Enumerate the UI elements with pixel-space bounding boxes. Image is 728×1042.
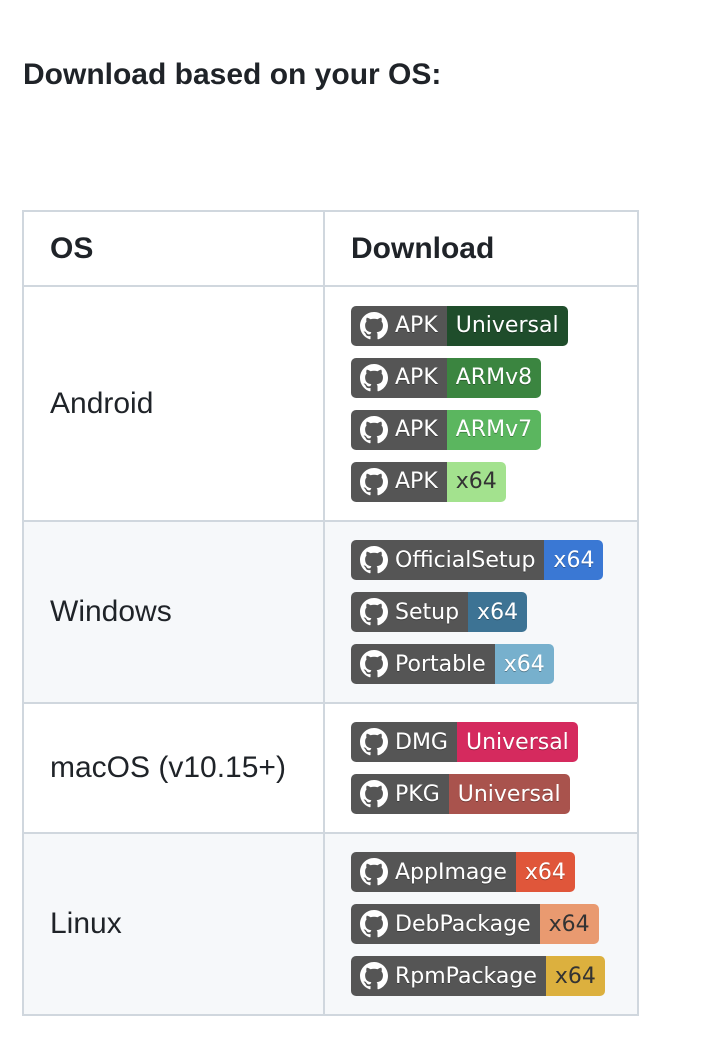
badge-message: x64 (446, 461, 506, 502)
github-icon (360, 910, 388, 938)
github-icon (360, 467, 388, 495)
badge-message: Universal (446, 305, 568, 346)
badge-apk-armv7[interactable]: APK ARMv7 (351, 409, 542, 450)
badge-message: ARMv8 (446, 357, 542, 398)
os-download-table: OS Download Android APK Universal APK ARMv… (22, 210, 639, 1016)
header-download: Download (323, 210, 639, 287)
badge-pkg-universal[interactable]: PKG Universal (351, 774, 570, 814)
badge-label-text: OfficialSetup (395, 547, 536, 573)
os-name-android: Android (22, 285, 325, 522)
badge-apk-x64[interactable]: APK x64 (351, 461, 506, 502)
github-icon (360, 962, 388, 990)
table-row-macos: macOS (v10.15+) DMG Universal PKG Universa… (22, 702, 639, 834)
badge-message: ARMv7 (446, 409, 542, 450)
badge-label-text: RpmPackage (395, 963, 537, 989)
badge-debpackage-x64[interactable]: DebPackage x64 (351, 904, 599, 944)
table-header-row: OS Download (22, 210, 639, 287)
badge-label: APK (351, 461, 447, 502)
badge-label-text: PKG (395, 781, 440, 807)
badge-portable-x64[interactable]: Portable x64 (351, 644, 554, 684)
table-row-windows: Windows OfficialSetup x64 Setup x64 Portab… (22, 520, 639, 704)
table-row-android: Android APK Universal APK ARMv8 APK ARMv7 A… (22, 285, 639, 522)
badge-message: x64 (494, 644, 554, 684)
badge-label-text: DMG (395, 729, 448, 755)
badge-message: x64 (545, 956, 605, 996)
badge-label-text: Setup (395, 599, 460, 625)
badge-label: DebPackage (351, 904, 540, 944)
table-row-linux: Linux AppImage x64 DebPackage x64 RpmPacka… (22, 832, 639, 1016)
badge-label-text: DebPackage (395, 911, 531, 937)
badge-message: x64 (544, 540, 604, 580)
badge-label: APK (351, 357, 447, 398)
github-icon (360, 650, 388, 678)
github-icon (360, 728, 388, 756)
badge-label: APK (351, 305, 447, 346)
badge-message: x64 (515, 852, 575, 892)
github-icon (360, 598, 388, 626)
page-title: Download based on your OS: (23, 58, 442, 91)
badge-label-text: AppImage (395, 859, 507, 885)
os-name-macos: macOS (v10.15+) (22, 702, 325, 834)
github-icon (360, 415, 388, 443)
badge-rpmpackage-x64[interactable]: RpmPackage x64 (351, 956, 605, 996)
github-icon (360, 546, 388, 574)
os-name-linux: Linux (22, 832, 325, 1016)
badge-apk-armv8[interactable]: APK ARMv8 (351, 357, 542, 398)
badge-message: Universal (456, 722, 578, 762)
download-cell-macos: DMG Universal PKG Universal (323, 702, 639, 834)
badge-label: PKG (351, 774, 449, 814)
github-icon (360, 858, 388, 886)
badge-label: Setup (351, 592, 469, 632)
badge-label-text: APK (395, 365, 438, 390)
badge-message: x64 (539, 904, 599, 944)
badge-officialsetup-x64[interactable]: OfficialSetup x64 (351, 540, 604, 580)
badge-apk-universal[interactable]: APK Universal (351, 305, 568, 346)
download-cell-linux: AppImage x64 DebPackage x64 RpmPackage x64 (323, 832, 639, 1016)
badge-appimage-x64[interactable]: AppImage x64 (351, 852, 575, 892)
badge-label-text: APK (395, 313, 438, 338)
badge-label: AppImage (351, 852, 516, 892)
github-icon (360, 363, 388, 391)
badge-label: APK (351, 409, 447, 450)
badge-message: Universal (448, 774, 570, 814)
download-cell-android: APK Universal APK ARMv8 APK ARMv7 APK x64 (323, 285, 639, 522)
badge-label-text: APK (395, 417, 438, 442)
header-os: OS (22, 210, 325, 287)
badge-label: DMG (351, 722, 457, 762)
badge-label: OfficialSetup (351, 540, 545, 580)
badge-dmg-universal[interactable]: DMG Universal (351, 722, 578, 762)
download-cell-windows: OfficialSetup x64 Setup x64 Portable x64 (323, 520, 639, 704)
github-icon (360, 311, 388, 339)
os-name-windows: Windows (22, 520, 325, 704)
github-icon (360, 780, 388, 808)
badge-message: x64 (468, 592, 528, 632)
badge-label-text: APK (395, 469, 438, 494)
badge-setup-x64[interactable]: Setup x64 (351, 592, 528, 632)
badge-label: Portable (351, 644, 495, 684)
badge-label-text: Portable (395, 651, 486, 677)
badge-label: RpmPackage (351, 956, 546, 996)
